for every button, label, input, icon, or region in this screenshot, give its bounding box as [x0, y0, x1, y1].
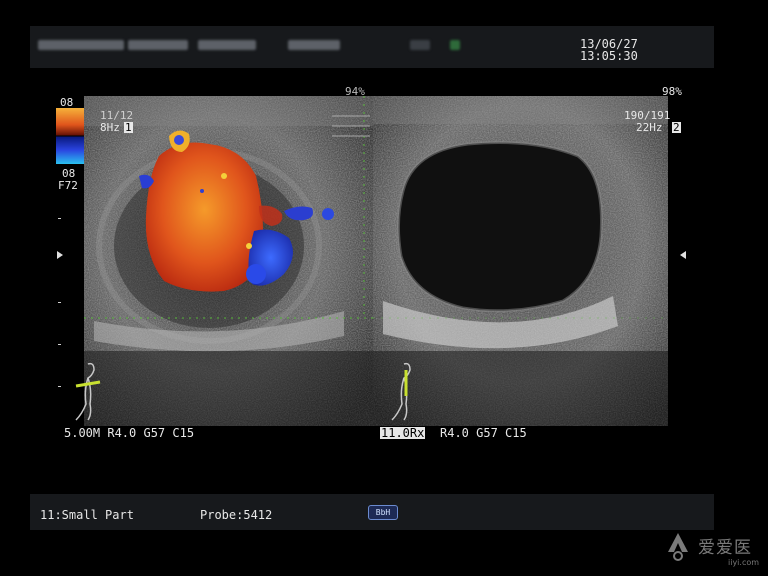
- redacted-patient-info: [128, 40, 188, 50]
- right-frame-counter: 190/191: [624, 109, 671, 122]
- left-frame-counter: 11/12: [100, 109, 134, 122]
- redacted-patient-info: [198, 40, 256, 50]
- redacted-patient-info: [450, 40, 460, 50]
- redacted-patient-info: [288, 40, 340, 50]
- depth-tick: [58, 302, 61, 303]
- left-frame-rate: 8Hz: [100, 121, 120, 134]
- redacted-patient-info: [410, 40, 430, 50]
- right-power: 98%: [662, 85, 682, 98]
- probe-model: Probe:5412: [200, 508, 273, 522]
- watermark-brand: 爱爱医: [698, 538, 752, 558]
- right-frame-rate-marker: 2: [672, 121, 681, 134]
- probe-bodymark-icon: [391, 362, 411, 421]
- left-frame-rate-marker: 1: [124, 121, 133, 134]
- depth-tick: [58, 386, 61, 387]
- color-scale-bottom-label: 08: [62, 167, 76, 180]
- exam-preset: 11:Small Part: [40, 508, 134, 522]
- probe-badge: BbH: [368, 505, 398, 520]
- exam-time: 13:05:30: [580, 49, 638, 63]
- focus-marker-icon: [57, 251, 63, 259]
- watermark-site: iiyi.com: [728, 558, 760, 567]
- left-power: 94%: [345, 85, 365, 98]
- probe-bodymark-icon: [75, 362, 101, 421]
- iiyi-logo-icon: [668, 533, 688, 561]
- header-bar: 13/06/27 13:05:30: [30, 26, 714, 68]
- doppler-ultrasound-image: [84, 96, 373, 426]
- depth-tick: [58, 218, 61, 219]
- right-settings: R4.0 G57 C15: [440, 426, 527, 440]
- flow-setting: F72: [58, 179, 78, 192]
- color-scale-bar: [56, 108, 84, 164]
- depth-tick: [58, 344, 61, 345]
- right-mode: 11.0Rx: [380, 426, 426, 440]
- left-settings: 5.00M R4.0 G57 C15: [64, 426, 195, 440]
- color-scale-top-label: 08: [60, 96, 74, 109]
- doppler-image-svg: [84, 96, 373, 426]
- redacted-patient-info: [38, 40, 124, 50]
- right-frame-rate: 22Hz: [636, 121, 663, 134]
- focus-marker-icon: [680, 251, 686, 259]
